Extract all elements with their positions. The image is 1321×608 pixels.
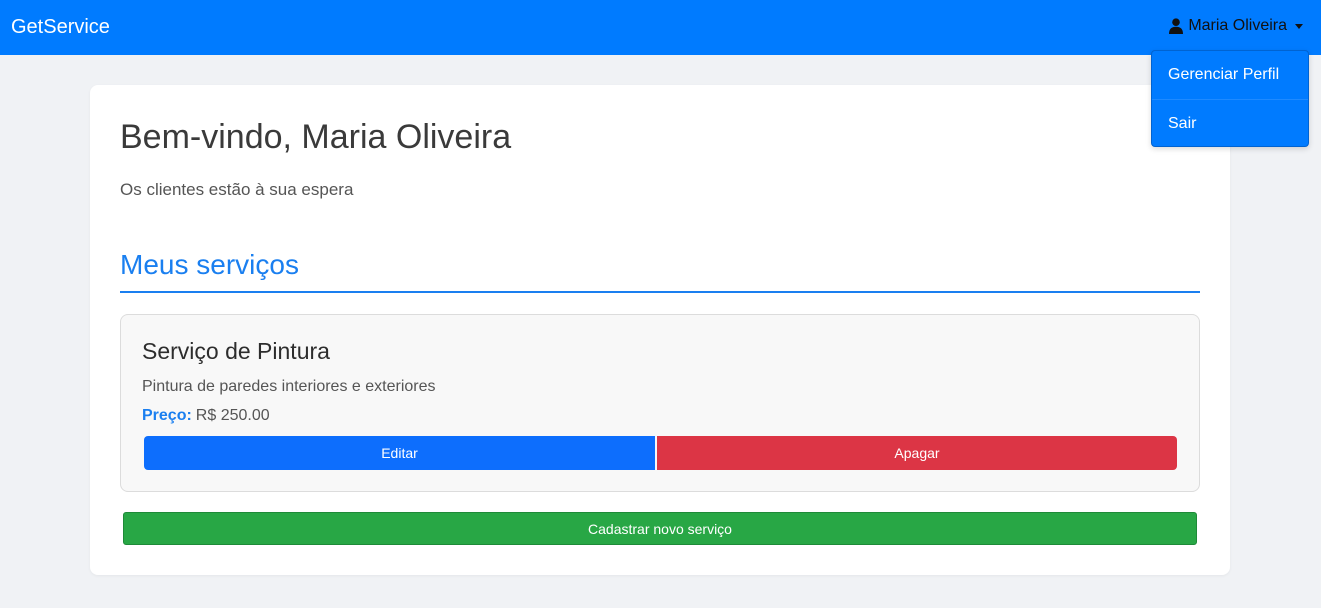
price-label: Preço:: [142, 407, 192, 424]
brand-logo[interactable]: GetService: [11, 15, 110, 39]
edit-service-button[interactable]: Editar: [144, 436, 655, 470]
caret-down-icon: [1295, 23, 1303, 29]
welcome-subtitle: Os clientes estão à sua espera: [120, 180, 354, 199]
delete-service-button[interactable]: Apagar: [657, 436, 1177, 470]
menu-item-manage-profile[interactable]: Gerenciar Perfil: [1152, 51, 1308, 99]
user-name: Maria Oliveira: [1188, 17, 1287, 34]
service-description: Pintura de paredes interiores e exterior…: [142, 378, 436, 395]
main-card: Bem-vindo, Maria Oliveira Os clientes es…: [90, 85, 1230, 575]
services-section-title: Meus serviços: [120, 249, 299, 280]
section-divider: [120, 291, 1200, 293]
welcome-heading: Bem-vindo, Maria Oliveira: [120, 118, 512, 156]
service-card: Serviço de Pintura Pintura de paredes in…: [120, 314, 1200, 492]
user-dropdown-menu: Gerenciar Perfil Sair: [1151, 50, 1309, 147]
menu-item-logout[interactable]: Sair: [1152, 99, 1308, 147]
user-icon: [1169, 18, 1184, 34]
new-service-button[interactable]: Cadastrar novo serviço: [123, 512, 1197, 545]
top-navbar: GetService Maria Oliveira: [0, 0, 1321, 55]
service-name: Serviço de Pintura: [142, 338, 330, 364]
user-menu-toggle[interactable]: Maria Oliveira: [1169, 16, 1303, 36]
service-price: Preço: R$ 250.00: [142, 406, 270, 426]
price-value: R$ 250.00: [195, 407, 270, 424]
